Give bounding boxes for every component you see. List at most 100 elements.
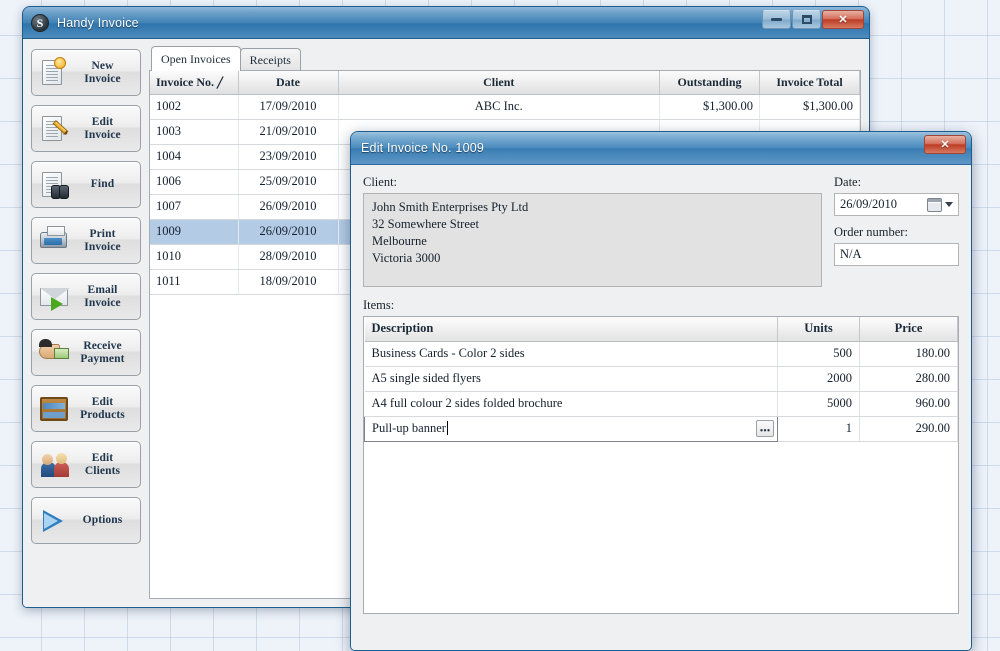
minimize-button[interactable]	[762, 10, 791, 29]
cell-price[interactable]: 290.00	[859, 416, 958, 442]
sidebar-item-print-invoice[interactable]: Print Invoice	[31, 217, 141, 264]
items-grid[interactable]: Description Units Price Business Cards -…	[363, 316, 959, 614]
dialog-window-controls: ✕	[924, 135, 966, 154]
maximize-icon	[801, 15, 812, 24]
dialog-title: Edit Invoice No. 1009	[361, 141, 485, 155]
column-header-invoice-no[interactable]: Invoice No. ╱	[150, 71, 239, 95]
column-header-outstanding[interactable]: Outstanding	[659, 71, 760, 95]
sidebar: New Invoice Edit Invoice Find Print Invo…	[31, 47, 141, 599]
cell-invoice-no: 1007	[150, 194, 239, 220]
calendar-icon[interactable]	[927, 197, 942, 212]
options-icon	[37, 504, 71, 538]
sidebar-item-options[interactable]: Options	[31, 497, 141, 544]
chevron-down-icon[interactable]	[945, 202, 953, 207]
email-invoice-icon	[37, 280, 71, 314]
main-window-title: Handy Invoice	[57, 15, 139, 30]
client-address-line: Melbourne	[372, 234, 427, 248]
items-label: Items:	[363, 298, 395, 312]
dialog-titlebar[interactable]: Edit Invoice No. 1009 ✕	[351, 132, 971, 165]
cell-invoice-no: 1003	[150, 119, 239, 145]
cell-date: 25/09/2010	[238, 169, 339, 195]
cell-invoice-no: 1006	[150, 169, 239, 195]
client-address-line: John Smith Enterprises Pty Ltd	[372, 200, 529, 214]
client-label: Client:	[363, 175, 398, 189]
date-field[interactable]: 26/09/2010	[834, 193, 959, 216]
items-table-row[interactable]: Business Cards - Color 2 sides 500 180.00	[364, 341, 958, 367]
dialog-right-fields: Date: 26/09/2010 Order number: N/A	[834, 175, 959, 287]
print-invoice-icon	[37, 224, 71, 258]
cell-date: 17/09/2010	[238, 94, 339, 120]
sidebar-item-label: Edit Invoice	[84, 116, 121, 141]
dialog-body: Client: John Smith Enterprises Pty Ltd 3…	[351, 165, 971, 650]
cell-description[interactable]: Pull-up banner •••	[364, 415, 778, 442]
column-header-units[interactable]: Units	[777, 317, 860, 342]
cell-date: 26/09/2010	[238, 219, 339, 245]
dialog-close-button[interactable]: ✕	[924, 135, 966, 154]
sidebar-item-receive-payment[interactable]: Receive Payment	[31, 329, 141, 376]
invoice-table-header-row: Invoice No. ╱ Date Client Outstanding Inv…	[150, 71, 860, 95]
items-table-row[interactable]: A5 single sided flyers 2000 280.00	[364, 366, 958, 392]
description-picker-button[interactable]: •••	[756, 419, 774, 437]
cell-invoice-no: 1002	[150, 94, 239, 120]
minimize-icon	[771, 18, 782, 21]
cell-units[interactable]: 500	[777, 341, 860, 367]
cell-description[interactable]: A5 single sided flyers	[364, 366, 778, 392]
cell-price[interactable]: 280.00	[859, 366, 958, 392]
cell-date: 23/09/2010	[238, 144, 339, 170]
sidebar-item-label: Receive Payment	[80, 340, 125, 365]
sidebar-item-edit-products[interactable]: Edit Products	[31, 385, 141, 432]
find-icon	[37, 168, 71, 202]
close-button[interactable]: ✕	[822, 10, 864, 29]
order-number-field[interactable]: N/A	[834, 243, 959, 266]
cell-invoice-no: 1009	[150, 219, 239, 245]
sidebar-item-edit-clients[interactable]: Edit Clients	[31, 441, 141, 488]
cell-date: 18/09/2010	[238, 269, 339, 295]
column-header-description[interactable]: Description	[364, 317, 778, 342]
sidebar-item-new-invoice[interactable]: New Invoice	[31, 49, 141, 96]
cell-date: 28/09/2010	[238, 244, 339, 270]
tab-strip: Open Invoices Receipts	[149, 46, 861, 71]
edit-invoice-icon	[37, 112, 71, 146]
sort-ascending-icon: ╱	[217, 77, 224, 89]
tab-open-invoices[interactable]: Open Invoices	[151, 46, 241, 71]
sidebar-item-label: Find	[90, 178, 115, 191]
window-controls: ✕	[762, 10, 864, 29]
edit-clients-icon	[37, 448, 71, 482]
date-label: Date:	[834, 175, 862, 189]
cell-units[interactable]: 5000	[777, 391, 860, 417]
cell-units[interactable]: 2000	[777, 366, 860, 392]
main-window-titlebar[interactable]: S Handy Invoice ✕	[23, 7, 869, 39]
cell-outstanding: $1,300.00	[659, 94, 760, 120]
cell-price[interactable]: 960.00	[859, 391, 958, 417]
client-section: Client: John Smith Enterprises Pty Ltd 3…	[363, 175, 822, 287]
sidebar-item-find[interactable]: Find	[31, 161, 141, 208]
receive-payment-icon	[37, 336, 71, 370]
order-number-label: Order number:	[834, 225, 908, 239]
edit-invoice-dialog: Edit Invoice No. 1009 ✕ Client: John Smi…	[350, 131, 972, 651]
column-header-price[interactable]: Price	[859, 317, 958, 342]
cell-description[interactable]: Business Cards - Color 2 sides	[364, 341, 778, 367]
description-text: A5 single sided flyers	[371, 371, 481, 385]
text-caret	[446, 421, 448, 435]
column-header-date[interactable]: Date	[238, 71, 339, 95]
order-number-value: N/A	[840, 247, 862, 261]
maximize-button[interactable]	[792, 10, 821, 29]
cell-price[interactable]: 180.00	[859, 341, 958, 367]
items-table-row[interactable]: Pull-up banner ••• 1 290.00	[364, 415, 958, 442]
items-table-row[interactable]: A4 full colour 2 sides folded brochure 50…	[364, 391, 958, 417]
cell-date: 21/09/2010	[238, 119, 339, 145]
client-address-field[interactable]: John Smith Enterprises Pty Ltd 32 Somewh…	[363, 193, 822, 287]
sidebar-item-edit-invoice[interactable]: Edit Invoice	[31, 105, 141, 152]
date-value: 26/09/2010	[840, 197, 897, 211]
column-header-client[interactable]: Client	[338, 71, 660, 95]
items-table: Description Units Price Business Cards -…	[364, 317, 958, 442]
dialog-top-row: Client: John Smith Enterprises Pty Ltd 3…	[363, 175, 959, 287]
cell-units[interactable]: 1	[777, 416, 860, 442]
column-header-invoice-total[interactable]: Invoice Total	[759, 71, 860, 95]
cell-description[interactable]: A4 full colour 2 sides folded brochure	[364, 391, 778, 417]
tab-receipts[interactable]: Receipts	[239, 48, 301, 71]
table-row[interactable]: 1002 17/09/2010 ABC Inc. $1,300.00 $1,300.00	[150, 94, 860, 120]
sidebar-item-email-invoice[interactable]: Email Invoice	[31, 273, 141, 320]
sidebar-item-label: Edit Products	[80, 396, 125, 421]
cell-client: ABC Inc.	[338, 94, 660, 120]
